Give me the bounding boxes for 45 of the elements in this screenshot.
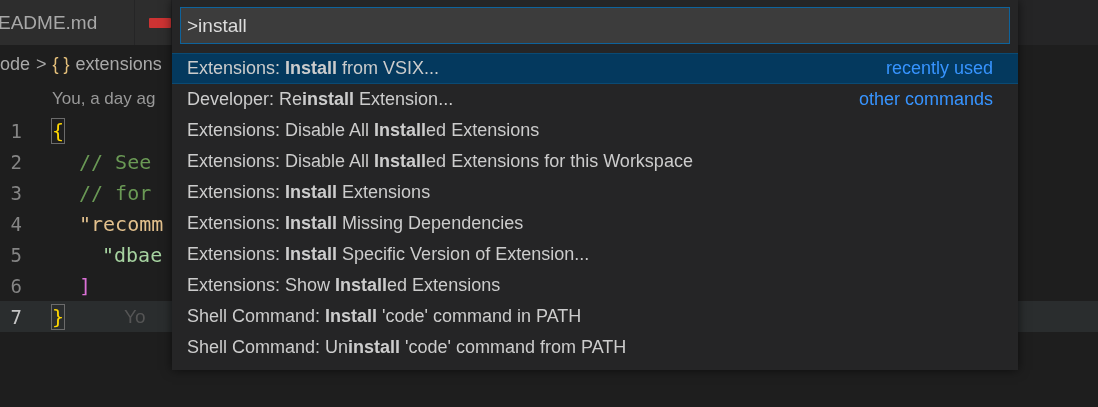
command-item[interactable]: Shell Command: Install 'code' command in PATH — [172, 301, 1018, 332]
code-text: "dbae — [102, 242, 163, 267]
command-group-label: recently used — [885, 58, 993, 79]
code-text: ] — [79, 273, 92, 298]
file-icon — [149, 17, 171, 28]
line-number: 3 — [9, 181, 22, 204]
command-item[interactable]: Extensions: Disable All Installed Extensions for this Workspace — [172, 146, 1018, 177]
command-label: Extensions: Install Specific Version of Extension... — [187, 244, 590, 265]
breadcrumb-item[interactable]: { } — [52, 53, 70, 75]
command-item[interactable]: Extensions: Show Installed Extensions — [172, 270, 1018, 301]
breadcrumb-item[interactable]: extensions — [75, 53, 162, 75]
command-item[interactable]: Extensions: Install Extensions — [172, 177, 1018, 208]
command-label: Extensions: Install Extensions — [187, 182, 431, 203]
command-label: Extensions: Show Installed Extensions — [187, 275, 501, 296]
command-label: Extensions: Install from VSIX... — [187, 58, 440, 79]
command-label: Extensions: Install Missing Dependencies — [187, 213, 524, 234]
command-item[interactable]: Extensions: Install Specific Version of Extension... — [172, 239, 1018, 270]
command-group-label: other commands — [858, 89, 993, 110]
code-text: } — [52, 304, 65, 329]
code-text: { — [52, 118, 65, 143]
line-number: 1 — [9, 119, 22, 142]
code-text: "recomm — [79, 211, 164, 236]
editor-tab[interactable]: EADME.md — [0, 0, 135, 45]
line-number: 2 — [9, 150, 22, 173]
command-label: Shell Command: Install 'code' command in PATH — [187, 306, 582, 327]
command-item[interactable]: Extensions: Install Missing Dependencies — [172, 208, 1018, 239]
code-text: // for — [79, 180, 152, 205]
command-label: Developer: Reinstall Extension... — [187, 89, 454, 110]
code-text: // See — [79, 149, 152, 174]
breadcrumb-item[interactable]: ode — [0, 53, 31, 75]
editor-tab[interactable] — [135, 0, 172, 45]
line-number: 4 — [9, 212, 22, 235]
command-label: Extensions: Disable All Installed Extensions — [187, 120, 540, 141]
line-number: 6 — [9, 274, 22, 297]
breadcrumb-item[interactable]: > — [36, 53, 47, 75]
command-input[interactable]: >install — [180, 7, 1010, 44]
command-item[interactable]: Developer: Reinstall Extension... other commands — [172, 84, 1018, 115]
command-item[interactable]: Extensions: Install from VSIX... recently used — [172, 53, 1018, 84]
command-label: Shell Command: Uninstall 'code' command from PATH — [187, 337, 627, 358]
line-number: 7 — [9, 305, 22, 328]
line-number: 5 — [9, 243, 22, 266]
codelens-text: You, a day ag — [52, 89, 156, 108]
command-label: Extensions: Disable All Installed Extensions for this Workspace — [187, 151, 693, 172]
command-item[interactable]: Shell Command: Uninstall 'code' command from PATH — [172, 332, 1018, 363]
command-item[interactable]: Extensions: Disable All Installed Extensions — [172, 115, 1018, 146]
